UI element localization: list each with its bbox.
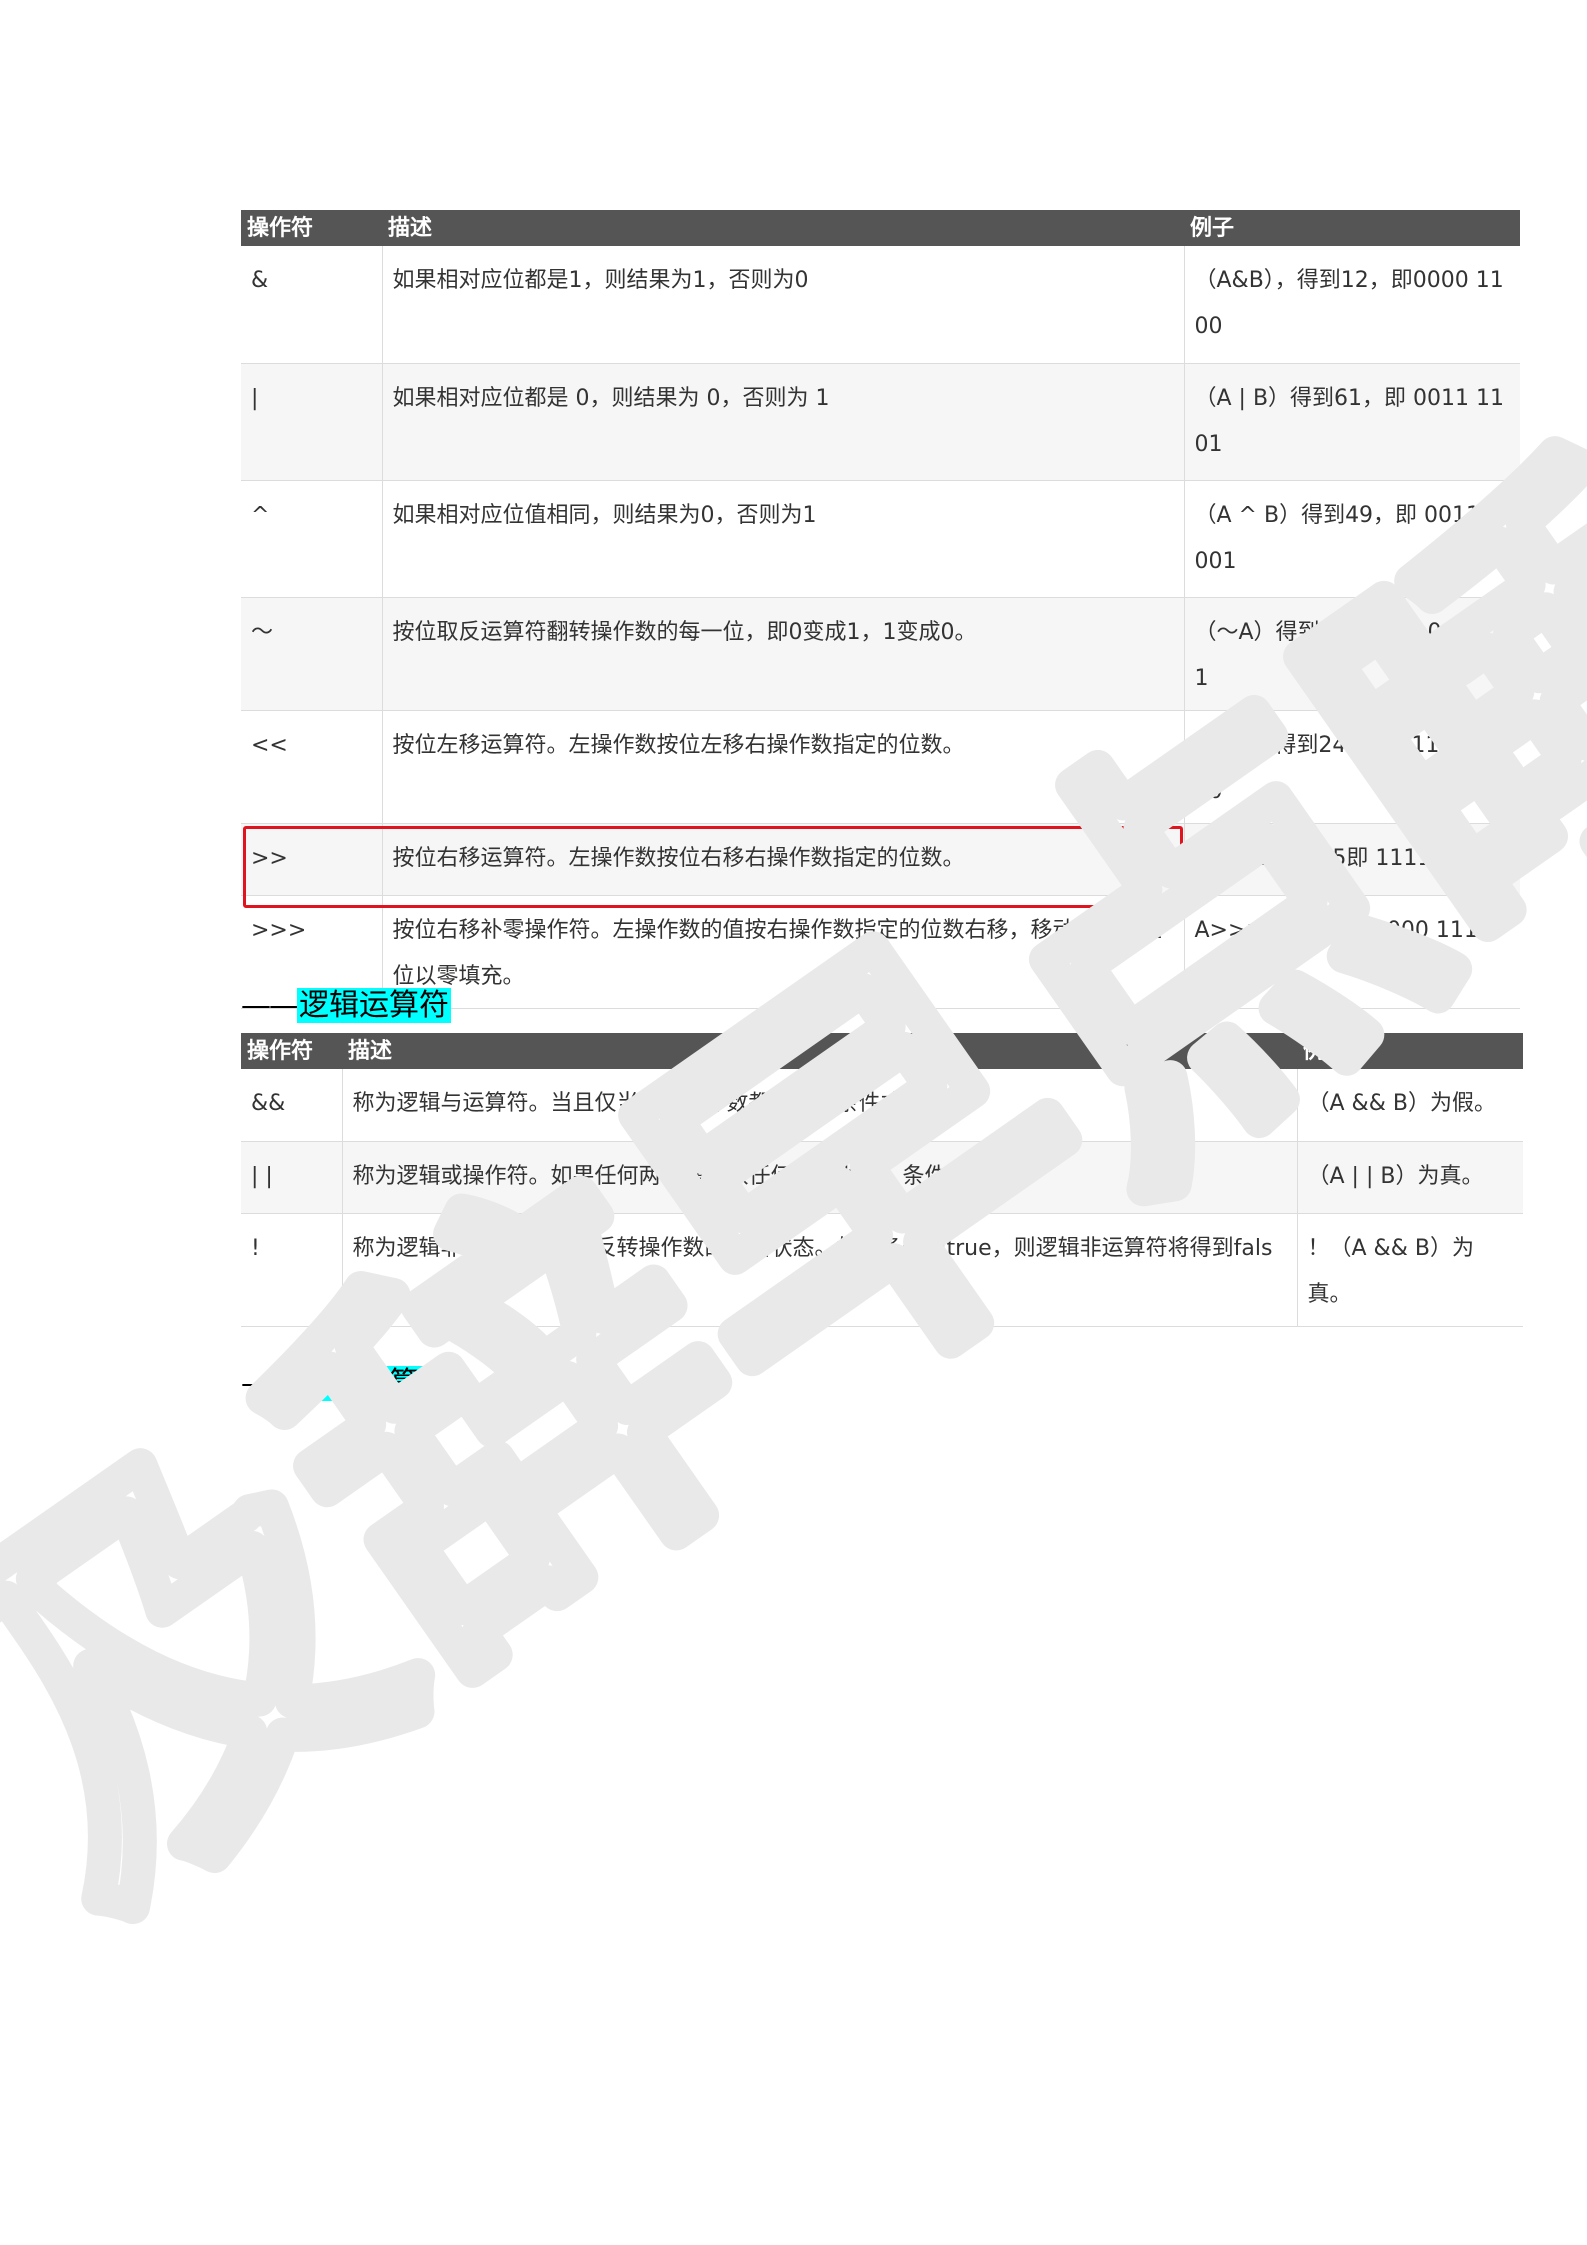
table-row: ! 称为逻辑非运算符。用来反转操作数的逻辑状态。如果条件为true，则逻辑非运算…: [241, 1213, 1523, 1327]
column-header-example: 例子: [1184, 210, 1520, 246]
example-cell: （A&B），得到12，即0000 1100: [1183, 246, 1520, 364]
operator-cell: <<: [241, 710, 382, 824]
operator-cell: | |: [241, 1141, 342, 1214]
table-row: | 如果相对应位都是 0，则结果为 0，否则为 1 （A | B）得到61，即 …: [241, 363, 1520, 481]
description-cell: 称为逻辑或操作符。如果任何两个操作数任何一个为真，条件为真。: [341, 1141, 1297, 1214]
example-cell: （A && B）为假。: [1296, 1069, 1523, 1142]
description-cell: 按位右移补零操作符。左操作数的值按右操作数指定的位数右移，移动得到的空位以零填充…: [381, 895, 1184, 1009]
description-cell: 称为逻辑非运算符。用来反转操作数的逻辑状态。如果条件为true，则逻辑非运算符将…: [341, 1213, 1297, 1327]
table-row: ^ 如果相对应位值相同，则结果为0，否则为1 （A ^ B）得到49，即 001…: [241, 480, 1520, 598]
logical-operators-heading: ——逻辑运算符: [241, 987, 451, 1025]
example-cell: A >> 2得到15即 1111: [1183, 823, 1520, 896]
assignment-operators-heading: ——赋值运算符: [241, 1365, 451, 1403]
heading-dash: ——: [241, 1366, 299, 1401]
description-cell: 如果相对应位值相同，则结果为0，否则为1: [381, 480, 1184, 598]
example-cell: （〜A）得到-61，即1100 0011: [1183, 597, 1520, 711]
description-cell: 如果相对应位都是 0，则结果为 0，否则为 1: [381, 363, 1184, 481]
description-cell: 称为逻辑与运算符。当且仅当两个操作数都为真，条件才为真。: [341, 1069, 1297, 1142]
red-highlight-box: [243, 826, 1183, 908]
heading-dash: ——: [241, 988, 299, 1023]
operator-cell: &: [241, 246, 382, 364]
example-cell: （A | | B）为真。: [1296, 1141, 1523, 1214]
table-row: & 如果相对应位都是1，则结果为1，否则为0 （A&B），得到12，即0000 …: [241, 246, 1520, 364]
table-row: && 称为逻辑与运算符。当且仅当两个操作数都为真，条件才为真。 （A && B）…: [241, 1069, 1523, 1142]
column-header-operator: 操作符: [241, 210, 382, 246]
column-header-description: 描述: [342, 1033, 1297, 1069]
example-cell: （A | B）得到61，即 0011 1101: [1183, 363, 1520, 481]
table-row: | | 称为逻辑或操作符。如果任何两个操作数任何一个为真，条件为真。 （A | …: [241, 1141, 1523, 1214]
heading-title: 逻辑运算符: [297, 988, 451, 1023]
table-header-row: 操作符 描述 例子: [241, 210, 1520, 246]
operator-cell: !: [241, 1213, 342, 1327]
example-cell: （A ^ B）得到49，即 0011 0001: [1183, 480, 1520, 598]
operator-cell: ^: [241, 480, 382, 598]
column-header-operator: 操作符: [241, 1033, 342, 1069]
operator-cell: &&: [241, 1069, 342, 1142]
table-row: 〜 按位取反运算符翻转操作数的每一位，即0变成1，1变成0。 （〜A）得到-61…: [241, 597, 1520, 711]
table-row: << 按位左移运算符。左操作数按位左移右操作数指定的位数。 A << 2得到24…: [241, 710, 1520, 824]
example-cell: ！（A && B）为真。: [1296, 1213, 1523, 1327]
operator-cell: 〜: [241, 597, 382, 711]
operator-cell: |: [241, 363, 382, 481]
table-header-row: 操作符 描述 例子: [241, 1033, 1523, 1069]
example-cell: A << 2得到240，即 1111 0000: [1183, 710, 1520, 824]
heading-title: 赋值运算符: [297, 1366, 451, 1401]
column-header-example: 例子: [1297, 1033, 1523, 1069]
example-cell: A>>>2得到15即0000 1111: [1183, 895, 1520, 1009]
description-cell: 如果相对应位都是1，则结果为1，否则为0: [381, 246, 1184, 364]
column-header-description: 描述: [382, 210, 1184, 246]
logical-operators-table: 操作符 描述 例子 && 称为逻辑与运算符。当且仅当两个操作数都为真，条件才为真…: [241, 1033, 1523, 1327]
description-cell: 按位取反运算符翻转操作数的每一位，即0变成1，1变成0。: [381, 597, 1184, 711]
description-cell: 按位左移运算符。左操作数按位左移右操作数指定的位数。: [381, 710, 1184, 824]
